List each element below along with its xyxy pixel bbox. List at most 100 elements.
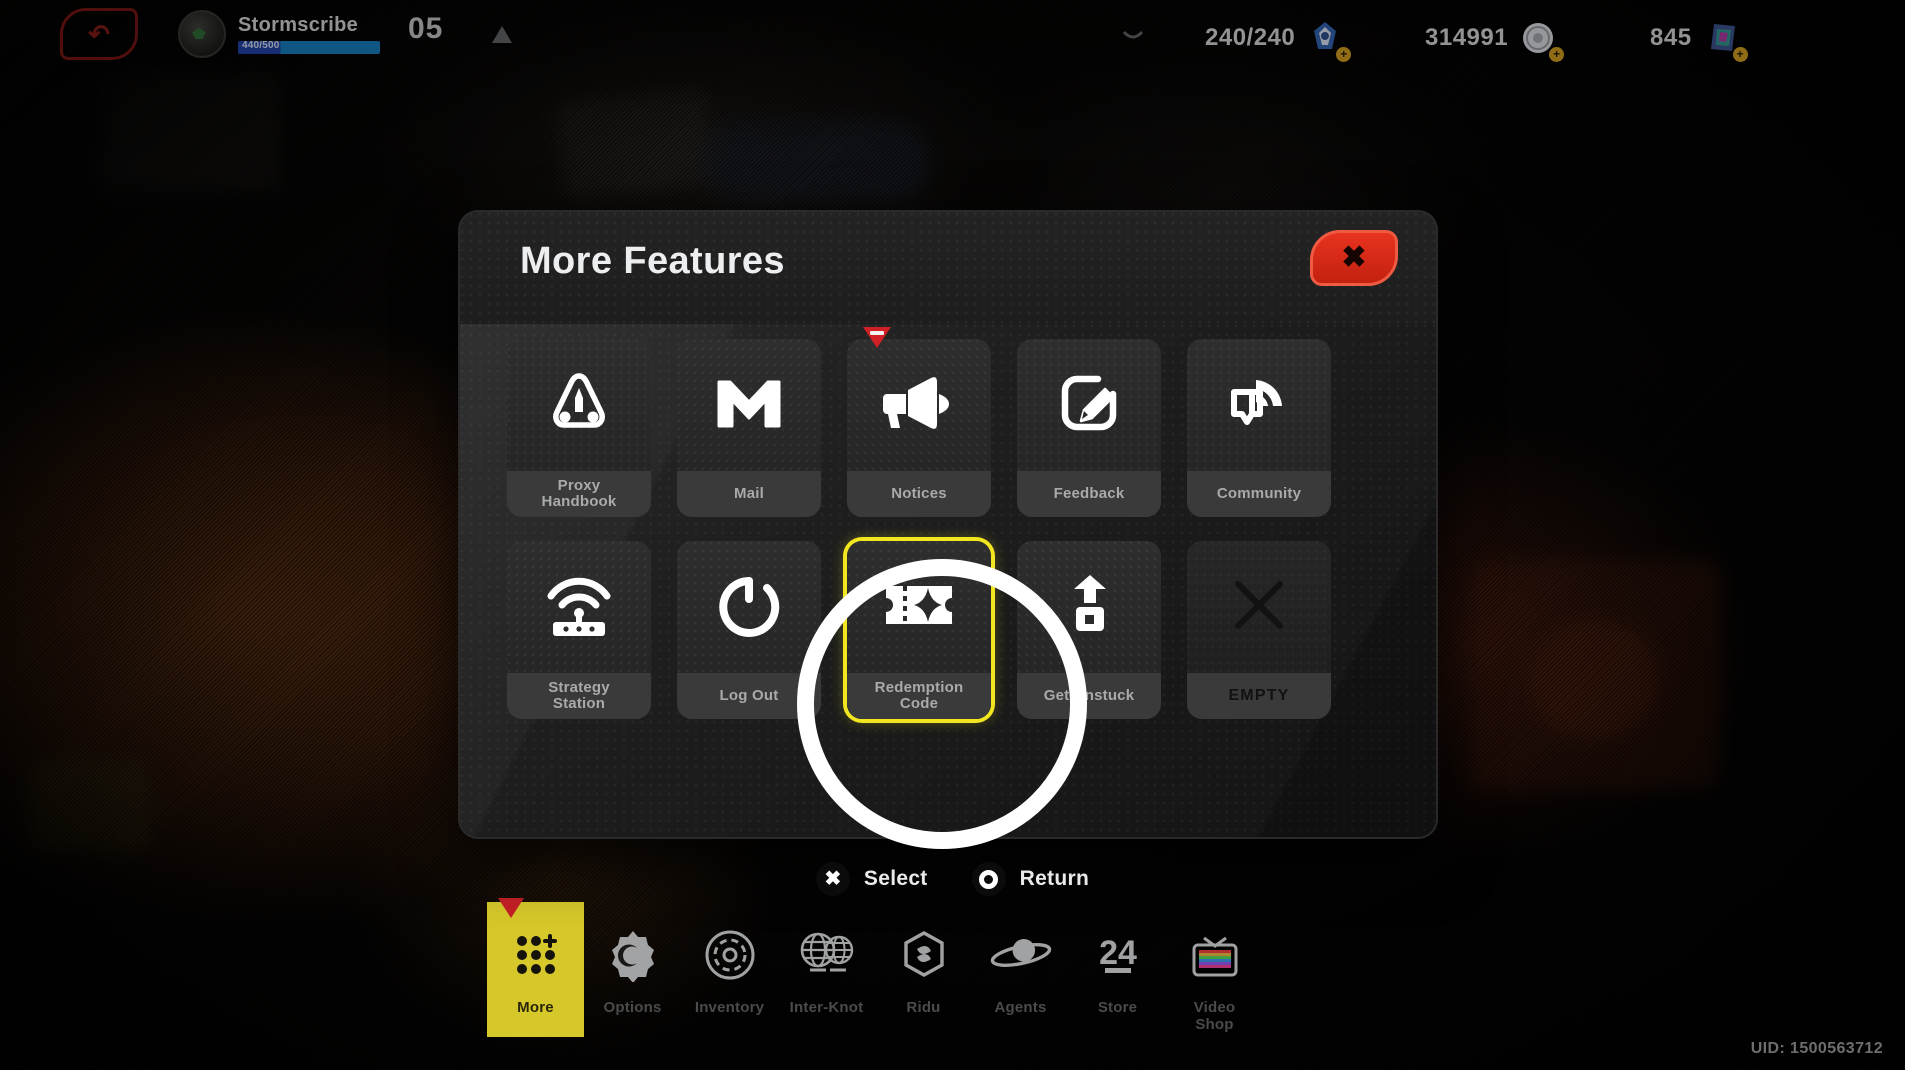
nav-label-agents: Agents — [994, 999, 1047, 1016]
bg-shelf-object — [100, 70, 280, 190]
player-level: 05 — [408, 12, 444, 45]
feature-tile-redemption-code[interactable]: Redemption Code — [847, 541, 991, 719]
player-name: Stormscribe — [238, 14, 359, 36]
nav-label-ridu: Ridu — [906, 999, 941, 1016]
feature-tile-label: Mail — [677, 471, 821, 517]
prompt-select-label: Select — [863, 867, 928, 890]
feature-tile-log-out[interactable]: Log Out — [677, 541, 821, 719]
nav-item-inventory[interactable]: Inventory — [681, 902, 778, 1037]
nav-item-store[interactable]: 24 Store — [1069, 902, 1166, 1037]
top-hud: ↶ Stormscribe 440/500 05 240/240 + 31499… — [0, 0, 1905, 72]
more-features-dialog: More Features ✖ Proxy Handbook Mail Noti… — [460, 212, 1436, 837]
grid-dots-icon — [505, 924, 567, 986]
feature-tile-proxy-handbook[interactable]: Proxy Handbook — [507, 339, 651, 517]
svg-text:24: 24 — [1099, 934, 1137, 972]
feature-tile-label: Feedback — [1017, 471, 1161, 517]
credit-orb-icon: + — [1518, 18, 1565, 62]
cross-glyph: ✖ — [824, 868, 842, 890]
circle-glyph — [979, 869, 999, 889]
resource-premium-value: 845 — [1650, 24, 1692, 51]
planet-icon — [990, 924, 1052, 986]
nav-item-ridu[interactable]: Ridu — [875, 902, 972, 1037]
feature-tile-label: Strategy Station — [507, 673, 651, 719]
nav-label-video-shop: Video Shop — [1193, 999, 1236, 1033]
feature-tile-notices[interactable]: Notices — [847, 327, 991, 517]
feature-tile-mail[interactable]: Mail — [677, 339, 821, 517]
avatar[interactable] — [178, 10, 226, 58]
disc-icon — [699, 924, 761, 986]
notification-badge-icon — [863, 327, 891, 348]
nav-label-more: More — [517, 999, 554, 1016]
router-wifi-icon — [507, 541, 651, 673]
mail-icon — [677, 339, 821, 471]
community-signal-icon — [1187, 339, 1331, 471]
prompt-return-label: Return — [1019, 867, 1090, 890]
nav-label-inter-knot: Inter-Knot — [789, 999, 864, 1016]
nav-item-more[interactable]: More — [487, 898, 584, 1037]
resource-credits-value: 314991 — [1425, 24, 1509, 51]
premium-add-button[interactable]: + — [1732, 47, 1748, 62]
bg-blue-object — [700, 120, 930, 200]
bg-poster-inner — [1530, 620, 1660, 740]
power-icon — [677, 541, 821, 673]
close-button[interactable]: ✖ — [1310, 230, 1398, 286]
proxy-handbook-icon — [507, 339, 651, 471]
resource-credits: 314991 + — [1425, 18, 1565, 62]
prompt-select[interactable]: ✖ Select — [815, 862, 928, 896]
nav-badge-icon — [498, 898, 524, 918]
bg-books-object — [555, 87, 715, 198]
nav-item-video-shop[interactable]: Video Shop — [1166, 902, 1263, 1037]
back-arrow-icon[interactable]: ↶ — [60, 8, 138, 60]
feature-tile-label: Redemption Code — [847, 673, 991, 719]
resource-marker-icon — [1122, 28, 1144, 44]
tv-icon — [1184, 924, 1246, 986]
rank-triangle-icon — [492, 26, 512, 43]
nav-item-agents[interactable]: Agents — [972, 902, 1069, 1037]
feature-tile-label: Notices — [847, 471, 991, 517]
premium-card-icon: + — [1702, 18, 1748, 62]
nav-item-options[interactable]: Options — [584, 902, 681, 1037]
gear-moon-icon — [602, 924, 664, 986]
uid-label: UID: 1500563712 — [1750, 1040, 1883, 1057]
ticket-star-icon — [847, 541, 991, 673]
feature-tile-feedback[interactable]: Feedback — [1017, 339, 1161, 517]
dialog-body: Proxy Handbook Mail Notices Feedback Com… — [460, 324, 1436, 837]
feature-tile-community[interactable]: Community — [1187, 339, 1331, 517]
hex-icon — [893, 924, 955, 986]
nav-label-store: Store — [1097, 999, 1138, 1016]
feature-tile-label: Proxy Handbook — [507, 471, 651, 517]
stamina-add-button[interactable]: + — [1336, 47, 1352, 62]
feedback-pencil-icon — [1017, 339, 1161, 471]
feature-tile-label: Get Unstuck — [1017, 673, 1161, 719]
resource-premium: 845 + — [1650, 18, 1748, 62]
megaphone-icon — [847, 339, 991, 471]
close-x-icon: ✖ — [1341, 241, 1367, 274]
stamina-icon: + — [1305, 18, 1352, 62]
feature-tile-get-unstuck[interactable]: Get Unstuck — [1017, 541, 1161, 719]
bg-yellow-object — [30, 760, 150, 850]
feature-tile-label: EMPTY — [1187, 673, 1331, 719]
nav-item-inter-knot[interactable]: Inter-Knot — [778, 902, 875, 1037]
game-screen: ↶ Stormscribe 440/500 05 240/240 + 31499… — [0, 0, 1905, 1070]
credits-add-button[interactable]: + — [1549, 47, 1565, 62]
dialog-header: More Features ✖ — [460, 212, 1436, 324]
globe-network-icon — [796, 924, 858, 986]
nav-label-inventory: Inventory — [694, 999, 765, 1016]
unstuck-icon — [1017, 541, 1161, 673]
empty-x-icon — [1187, 541, 1331, 673]
feature-tile-strategy-station[interactable]: Strategy Station — [507, 541, 651, 719]
resource-stamina-value: 240/240 — [1205, 24, 1296, 51]
button-prompt-bar: ✖ Select Return — [0, 862, 1905, 896]
circle-button-icon — [971, 862, 1006, 896]
nav-label-options: Options — [603, 999, 662, 1016]
prompt-return[interactable]: Return — [971, 862, 1090, 896]
resource-stamina: 240/240 + — [1205, 18, 1352, 62]
xp-bar: 440/500 — [238, 41, 380, 54]
bottom-nav: More Options Inventory Inter-Knot Ridu A… — [487, 898, 1263, 1070]
store-24-icon: 24 — [1087, 924, 1149, 986]
feature-tile-grid: Proxy Handbook Mail Notices Feedback Com… — [507, 327, 1331, 719]
feature-tile-label: Log Out — [677, 673, 821, 719]
cross-button-icon: ✖ — [815, 862, 850, 896]
feature-tile-empty: EMPTY — [1187, 541, 1331, 719]
player-info: Stormscribe 440/500 — [178, 10, 380, 58]
